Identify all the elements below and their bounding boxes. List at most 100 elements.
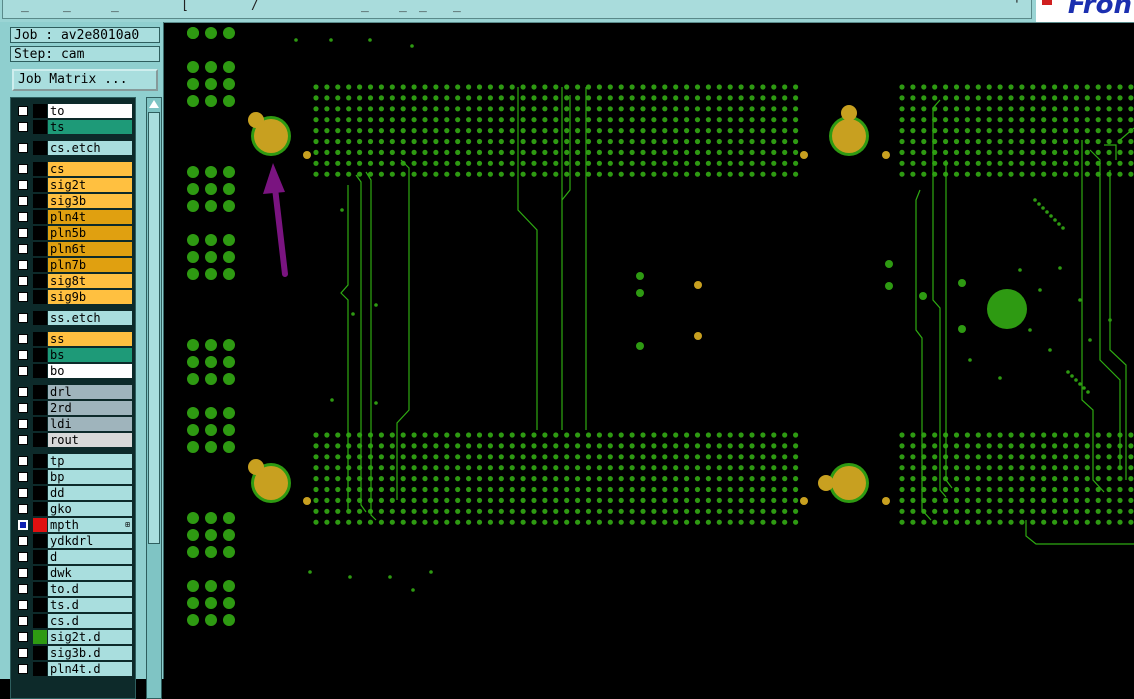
layer-checkbox[interactable] bbox=[18, 616, 28, 626]
layer-checkbox[interactable] bbox=[18, 664, 28, 674]
layer-name[interactable]: ydkdrl bbox=[48, 534, 132, 548]
layer-row-cs-d[interactable]: cs.d bbox=[11, 613, 135, 629]
layer-checkbox[interactable] bbox=[18, 313, 28, 323]
layer-color-swatch[interactable] bbox=[33, 141, 47, 155]
layer-name[interactable]: mpth ⊞ bbox=[48, 518, 132, 532]
layer-name[interactable]: pln4t.d bbox=[48, 662, 132, 676]
layer-name[interactable]: sig3b bbox=[48, 194, 132, 208]
layer-color-swatch[interactable] bbox=[33, 178, 47, 192]
layer-name[interactable]: gko bbox=[48, 502, 132, 516]
layer-row-bp[interactable]: bp bbox=[11, 469, 135, 485]
layer-checkbox[interactable] bbox=[18, 212, 28, 222]
layer-name[interactable]: pln7b bbox=[48, 258, 132, 272]
layer-list-scrollbar[interactable] bbox=[146, 97, 162, 699]
layer-name[interactable]: rout bbox=[48, 433, 132, 447]
layer-name[interactable]: bs bbox=[48, 348, 132, 362]
layer-name[interactable]: dd bbox=[48, 486, 132, 500]
layer-checkbox[interactable] bbox=[18, 520, 28, 530]
layer-color-swatch[interactable] bbox=[33, 454, 47, 468]
layer-row-bo[interactable]: bo bbox=[11, 363, 135, 379]
layer-color-swatch[interactable] bbox=[33, 210, 47, 224]
layer-name[interactable]: ss bbox=[48, 332, 132, 346]
layer-row-pln5b[interactable]: pln5b bbox=[11, 225, 135, 241]
scroll-up-icon[interactable] bbox=[149, 100, 159, 108]
layer-name[interactable]: ts bbox=[48, 120, 132, 134]
layer-color-swatch[interactable] bbox=[33, 534, 47, 548]
layer-row-bs[interactable]: bs bbox=[11, 347, 135, 363]
layer-color-swatch[interactable] bbox=[33, 162, 47, 176]
layer-checkbox[interactable] bbox=[18, 435, 28, 445]
layer-row-cs[interactable]: cs bbox=[11, 161, 135, 177]
layer-checkbox[interactable] bbox=[18, 648, 28, 658]
layer-row-ts-d[interactable]: ts.d bbox=[11, 597, 135, 613]
layer-color-swatch[interactable] bbox=[33, 630, 47, 644]
layer-checkbox[interactable] bbox=[18, 488, 28, 498]
layer-row-ldi[interactable]: ldi bbox=[11, 416, 135, 432]
layer-checkbox[interactable] bbox=[18, 600, 28, 610]
layer-row-cs-etch[interactable]: cs.etch bbox=[11, 140, 135, 156]
layer-row-ss[interactable]: ss bbox=[11, 331, 135, 347]
layer-color-swatch[interactable] bbox=[33, 646, 47, 660]
layer-row-to[interactable]: to bbox=[11, 103, 135, 119]
layer-color-swatch[interactable] bbox=[33, 311, 47, 325]
layer-color-swatch[interactable] bbox=[33, 502, 47, 516]
layer-color-swatch[interactable] bbox=[33, 226, 47, 240]
layer-checkbox[interactable] bbox=[18, 504, 28, 514]
layer-checkbox[interactable] bbox=[18, 292, 28, 302]
layer-checkbox[interactable] bbox=[18, 387, 28, 397]
layer-name[interactable]: bp bbox=[48, 470, 132, 484]
layer-name[interactable]: pln6t bbox=[48, 242, 132, 256]
layer-checkbox[interactable] bbox=[18, 472, 28, 482]
layer-checkbox[interactable] bbox=[18, 143, 28, 153]
layer-color-swatch[interactable] bbox=[33, 348, 47, 362]
layer-row-sig9b[interactable]: sig9b bbox=[11, 289, 135, 305]
layer-checkbox[interactable] bbox=[18, 552, 28, 562]
layer-row-tp[interactable]: tp bbox=[11, 453, 135, 469]
layer-name[interactable]: ts.d bbox=[48, 598, 132, 612]
layer-row-to-d[interactable]: to.d bbox=[11, 581, 135, 597]
layer-checkbox[interactable] bbox=[18, 122, 28, 132]
layer-name[interactable]: cs bbox=[48, 162, 132, 176]
layer-name[interactable]: ss.etch bbox=[48, 311, 132, 325]
layer-row-sig3b[interactable]: sig3b bbox=[11, 193, 135, 209]
layer-name[interactable]: cs.etch bbox=[48, 141, 132, 155]
layer-row-sig2t-d[interactable]: sig2t.d bbox=[11, 629, 135, 645]
layer-name[interactable]: cs.d bbox=[48, 614, 132, 628]
layer-color-swatch[interactable] bbox=[33, 401, 47, 415]
layer-row-pln7b[interactable]: pln7b bbox=[11, 257, 135, 273]
layer-color-swatch[interactable] bbox=[33, 518, 47, 532]
layer-name[interactable]: pln4t bbox=[48, 210, 132, 224]
layer-checkbox[interactable] bbox=[18, 106, 28, 116]
layer-color-swatch[interactable] bbox=[33, 598, 47, 612]
layer-checkbox[interactable] bbox=[18, 403, 28, 413]
layer-color-swatch[interactable] bbox=[33, 332, 47, 346]
layer-name[interactable]: sig2t.d bbox=[48, 630, 132, 644]
layer-checkbox[interactable] bbox=[18, 164, 28, 174]
layer-row-ss-etch[interactable]: ss.etch bbox=[11, 310, 135, 326]
layer-checkbox[interactable] bbox=[18, 260, 28, 270]
command-field[interactable]: _ _ _ [ / _ _ _ _ ' bbox=[2, 0, 1032, 19]
layer-row-ts[interactable]: ts bbox=[11, 119, 135, 135]
layer-checkbox[interactable] bbox=[18, 419, 28, 429]
layer-row-rout[interactable]: rout bbox=[11, 432, 135, 448]
layer-name[interactable]: sig8t bbox=[48, 274, 132, 288]
layer-color-swatch[interactable] bbox=[33, 470, 47, 484]
layer-checkbox[interactable] bbox=[18, 334, 28, 344]
layer-name[interactable]: d bbox=[48, 550, 132, 564]
layer-name[interactable]: to bbox=[48, 104, 132, 118]
layer-color-swatch[interactable] bbox=[33, 582, 47, 596]
layer-color-swatch[interactable] bbox=[33, 194, 47, 208]
layer-row-gko[interactable]: gko bbox=[11, 501, 135, 517]
layer-checkbox[interactable] bbox=[18, 196, 28, 206]
layer-color-swatch[interactable] bbox=[33, 242, 47, 256]
layer-name[interactable]: to.d bbox=[48, 582, 132, 596]
layer-checkbox[interactable] bbox=[18, 244, 28, 254]
layer-checkbox[interactable] bbox=[18, 568, 28, 578]
layer-row-pln4t[interactable]: pln4t bbox=[11, 209, 135, 225]
layer-color-swatch[interactable] bbox=[33, 274, 47, 288]
layer-row-mpth[interactable]: mpth ⊞ bbox=[11, 517, 135, 533]
layer-color-swatch[interactable] bbox=[33, 486, 47, 500]
layer-checkbox[interactable] bbox=[18, 276, 28, 286]
layer-color-swatch[interactable] bbox=[33, 417, 47, 431]
layer-checkbox[interactable] bbox=[18, 456, 28, 466]
